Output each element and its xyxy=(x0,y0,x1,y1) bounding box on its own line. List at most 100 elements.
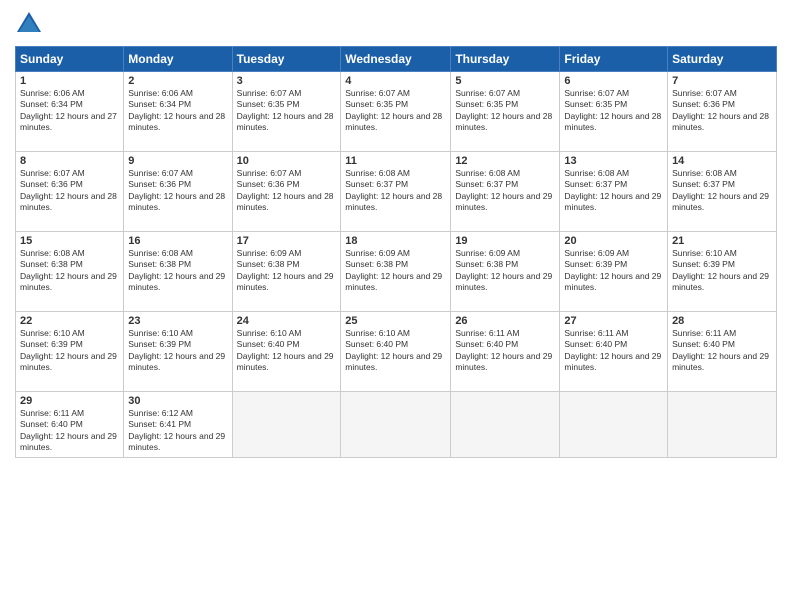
day-info: Sunrise: 6:08 AM Sunset: 6:38 PM Dayligh… xyxy=(128,248,227,294)
calendar-week-row: 22 Sunrise: 6:10 AM Sunset: 6:39 PM Dayl… xyxy=(16,312,777,392)
calendar-cell: 19 Sunrise: 6:09 AM Sunset: 6:38 PM Dayl… xyxy=(451,232,560,312)
day-info: Sunrise: 6:06 AM Sunset: 6:34 PM Dayligh… xyxy=(20,88,119,134)
day-info: Sunrise: 6:08 AM Sunset: 6:37 PM Dayligh… xyxy=(455,168,555,214)
day-number: 11 xyxy=(345,155,446,167)
calendar-cell: 16 Sunrise: 6:08 AM Sunset: 6:38 PM Dayl… xyxy=(124,232,232,312)
day-number: 4 xyxy=(345,75,446,87)
calendar-cell xyxy=(668,392,777,458)
day-number: 14 xyxy=(672,155,772,167)
calendar-week-row: 8 Sunrise: 6:07 AM Sunset: 6:36 PM Dayli… xyxy=(16,152,777,232)
day-info: Sunrise: 6:07 AM Sunset: 6:35 PM Dayligh… xyxy=(564,88,663,134)
weekday-header-wednesday: Wednesday xyxy=(341,47,451,72)
calendar-cell: 26 Sunrise: 6:11 AM Sunset: 6:40 PM Dayl… xyxy=(451,312,560,392)
calendar-cell: 1 Sunrise: 6:06 AM Sunset: 6:34 PM Dayli… xyxy=(16,72,124,152)
calendar-cell: 27 Sunrise: 6:11 AM Sunset: 6:40 PM Dayl… xyxy=(560,312,668,392)
day-info: Sunrise: 6:07 AM Sunset: 6:36 PM Dayligh… xyxy=(128,168,227,214)
day-number: 2 xyxy=(128,75,227,87)
day-number: 25 xyxy=(345,315,446,327)
day-info: Sunrise: 6:11 AM Sunset: 6:40 PM Dayligh… xyxy=(455,328,555,374)
day-info: Sunrise: 6:09 AM Sunset: 6:38 PM Dayligh… xyxy=(237,248,337,294)
calendar-cell: 14 Sunrise: 6:08 AM Sunset: 6:37 PM Dayl… xyxy=(668,152,777,232)
day-info: Sunrise: 6:08 AM Sunset: 6:38 PM Dayligh… xyxy=(20,248,119,294)
calendar-cell: 6 Sunrise: 6:07 AM Sunset: 6:35 PM Dayli… xyxy=(560,72,668,152)
day-number: 12 xyxy=(455,155,555,167)
calendar-cell xyxy=(341,392,451,458)
calendar-cell: 25 Sunrise: 6:10 AM Sunset: 6:40 PM Dayl… xyxy=(341,312,451,392)
weekday-header-sunday: Sunday xyxy=(16,47,124,72)
weekday-header-thursday: Thursday xyxy=(451,47,560,72)
calendar-cell: 11 Sunrise: 6:08 AM Sunset: 6:37 PM Dayl… xyxy=(341,152,451,232)
day-info: Sunrise: 6:06 AM Sunset: 6:34 PM Dayligh… xyxy=(128,88,227,134)
day-number: 5 xyxy=(455,75,555,87)
calendar-cell: 29 Sunrise: 6:11 AM Sunset: 6:40 PM Dayl… xyxy=(16,392,124,458)
day-info: Sunrise: 6:11 AM Sunset: 6:40 PM Dayligh… xyxy=(672,328,772,374)
calendar-cell: 10 Sunrise: 6:07 AM Sunset: 6:36 PM Dayl… xyxy=(232,152,341,232)
day-number: 13 xyxy=(564,155,663,167)
calendar-week-row: 29 Sunrise: 6:11 AM Sunset: 6:40 PM Dayl… xyxy=(16,392,777,458)
calendar-week-row: 15 Sunrise: 6:08 AM Sunset: 6:38 PM Dayl… xyxy=(16,232,777,312)
calendar-cell: 2 Sunrise: 6:06 AM Sunset: 6:34 PM Dayli… xyxy=(124,72,232,152)
day-number: 24 xyxy=(237,315,337,327)
day-number: 17 xyxy=(237,235,337,247)
day-number: 16 xyxy=(128,235,227,247)
calendar-cell: 23 Sunrise: 6:10 AM Sunset: 6:39 PM Dayl… xyxy=(124,312,232,392)
calendar-cell: 13 Sunrise: 6:08 AM Sunset: 6:37 PM Dayl… xyxy=(560,152,668,232)
day-info: Sunrise: 6:07 AM Sunset: 6:35 PM Dayligh… xyxy=(345,88,446,134)
calendar-cell: 5 Sunrise: 6:07 AM Sunset: 6:35 PM Dayli… xyxy=(451,72,560,152)
day-info: Sunrise: 6:12 AM Sunset: 6:41 PM Dayligh… xyxy=(128,408,227,454)
calendar-cell xyxy=(560,392,668,458)
day-number: 15 xyxy=(20,235,119,247)
day-info: Sunrise: 6:10 AM Sunset: 6:39 PM Dayligh… xyxy=(20,328,119,374)
day-number: 10 xyxy=(237,155,337,167)
day-number: 29 xyxy=(20,395,119,407)
calendar-cell xyxy=(451,392,560,458)
calendar-cell: 22 Sunrise: 6:10 AM Sunset: 6:39 PM Dayl… xyxy=(16,312,124,392)
day-info: Sunrise: 6:09 AM Sunset: 6:38 PM Dayligh… xyxy=(455,248,555,294)
day-number: 3 xyxy=(237,75,337,87)
calendar-cell xyxy=(232,392,341,458)
calendar-cell: 18 Sunrise: 6:09 AM Sunset: 6:38 PM Dayl… xyxy=(341,232,451,312)
day-number: 8 xyxy=(20,155,119,167)
day-info: Sunrise: 6:07 AM Sunset: 6:36 PM Dayligh… xyxy=(672,88,772,134)
day-number: 30 xyxy=(128,395,227,407)
calendar-cell: 28 Sunrise: 6:11 AM Sunset: 6:40 PM Dayl… xyxy=(668,312,777,392)
day-number: 27 xyxy=(564,315,663,327)
calendar-table: SundayMondayTuesdayWednesdayThursdayFrid… xyxy=(15,46,777,458)
day-info: Sunrise: 6:08 AM Sunset: 6:37 PM Dayligh… xyxy=(564,168,663,214)
day-info: Sunrise: 6:07 AM Sunset: 6:36 PM Dayligh… xyxy=(20,168,119,214)
header xyxy=(15,10,777,38)
day-info: Sunrise: 6:07 AM Sunset: 6:36 PM Dayligh… xyxy=(237,168,337,214)
page: SundayMondayTuesdayWednesdayThursdayFrid… xyxy=(0,0,792,612)
day-number: 23 xyxy=(128,315,227,327)
calendar-cell: 7 Sunrise: 6:07 AM Sunset: 6:36 PM Dayli… xyxy=(668,72,777,152)
weekday-header-tuesday: Tuesday xyxy=(232,47,341,72)
day-number: 6 xyxy=(564,75,663,87)
day-info: Sunrise: 6:10 AM Sunset: 6:39 PM Dayligh… xyxy=(672,248,772,294)
day-number: 28 xyxy=(672,315,772,327)
calendar-cell: 30 Sunrise: 6:12 AM Sunset: 6:41 PM Dayl… xyxy=(124,392,232,458)
calendar-cell: 20 Sunrise: 6:09 AM Sunset: 6:39 PM Dayl… xyxy=(560,232,668,312)
day-info: Sunrise: 6:09 AM Sunset: 6:39 PM Dayligh… xyxy=(564,248,663,294)
weekday-header-friday: Friday xyxy=(560,47,668,72)
day-number: 20 xyxy=(564,235,663,247)
calendar-cell: 9 Sunrise: 6:07 AM Sunset: 6:36 PM Dayli… xyxy=(124,152,232,232)
day-info: Sunrise: 6:11 AM Sunset: 6:40 PM Dayligh… xyxy=(564,328,663,374)
day-info: Sunrise: 6:10 AM Sunset: 6:40 PM Dayligh… xyxy=(237,328,337,374)
day-number: 19 xyxy=(455,235,555,247)
day-info: Sunrise: 6:08 AM Sunset: 6:37 PM Dayligh… xyxy=(345,168,446,214)
day-info: Sunrise: 6:07 AM Sunset: 6:35 PM Dayligh… xyxy=(455,88,555,134)
day-info: Sunrise: 6:08 AM Sunset: 6:37 PM Dayligh… xyxy=(672,168,772,214)
day-info: Sunrise: 6:10 AM Sunset: 6:40 PM Dayligh… xyxy=(345,328,446,374)
calendar-cell: 21 Sunrise: 6:10 AM Sunset: 6:39 PM Dayl… xyxy=(668,232,777,312)
day-number: 26 xyxy=(455,315,555,327)
day-number: 18 xyxy=(345,235,446,247)
weekday-header-saturday: Saturday xyxy=(668,47,777,72)
logo xyxy=(15,10,47,38)
day-info: Sunrise: 6:11 AM Sunset: 6:40 PM Dayligh… xyxy=(20,408,119,454)
day-info: Sunrise: 6:10 AM Sunset: 6:39 PM Dayligh… xyxy=(128,328,227,374)
day-number: 9 xyxy=(128,155,227,167)
calendar-cell: 24 Sunrise: 6:10 AM Sunset: 6:40 PM Dayl… xyxy=(232,312,341,392)
calendar-cell: 8 Sunrise: 6:07 AM Sunset: 6:36 PM Dayli… xyxy=(16,152,124,232)
day-number: 1 xyxy=(20,75,119,87)
day-number: 22 xyxy=(20,315,119,327)
